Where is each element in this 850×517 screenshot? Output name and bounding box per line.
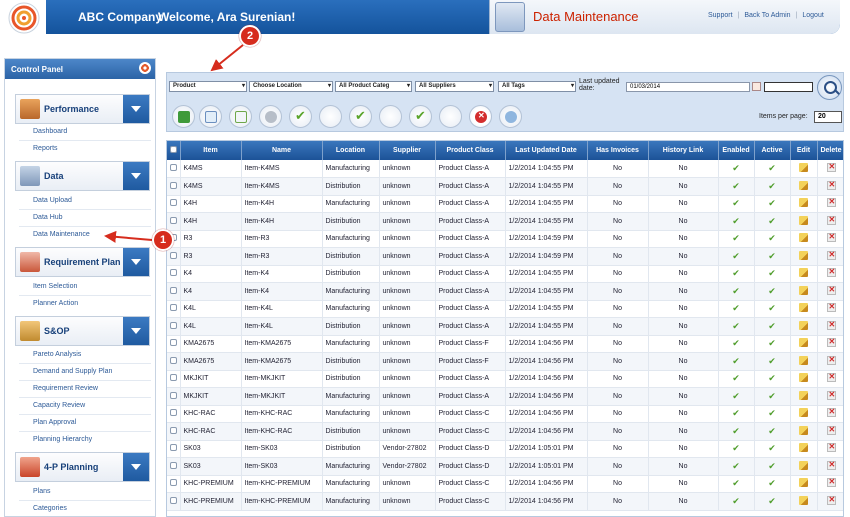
- arrow-1: [104, 230, 153, 243]
- callout-arrows: [104, 44, 244, 243]
- callout-badge-2: 2: [239, 25, 261, 47]
- arrow-2: [210, 44, 244, 72]
- callout-badge-1: 1: [152, 229, 174, 251]
